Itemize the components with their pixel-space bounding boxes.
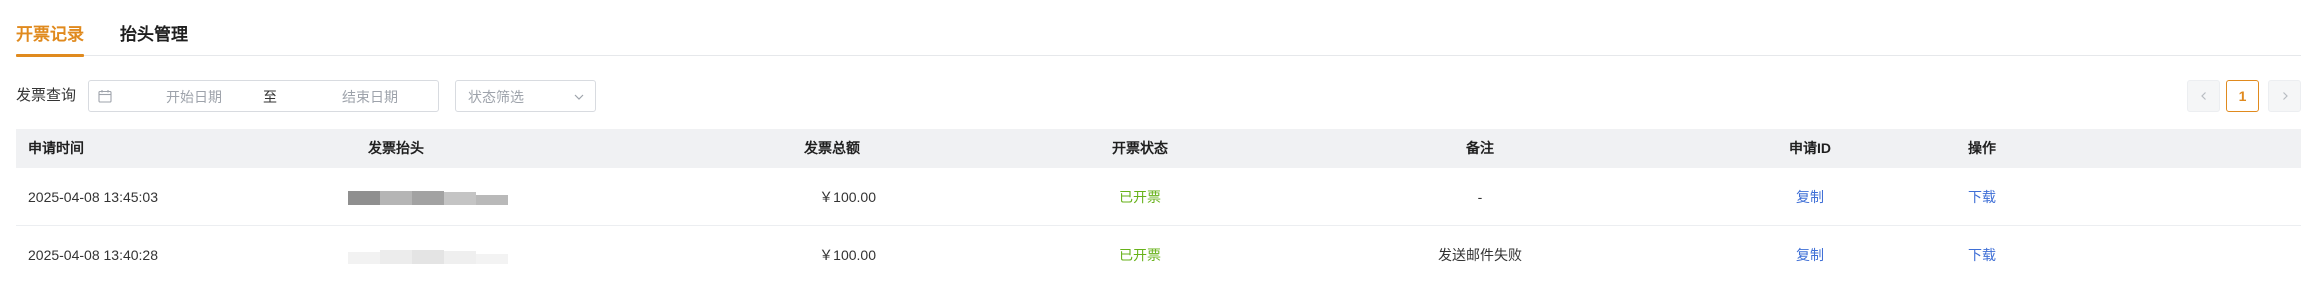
- status-filter-placeholder: 状态筛选: [468, 89, 524, 105]
- redacted-title: [348, 191, 508, 205]
- cell-status: 已开票: [1119, 247, 1161, 263]
- calendar-icon: [98, 90, 112, 103]
- date-range-picker[interactable]: 开始日期 至 结束日期: [88, 80, 439, 112]
- tab-title-management[interactable]: 抬头管理: [120, 24, 188, 56]
- chevron-right-icon: [2282, 92, 2288, 100]
- table-header: 申请时间 发票抬头 发票总额 开票状态 备注 申请ID 操作: [16, 129, 2301, 168]
- redacted-title: [348, 250, 508, 264]
- cell-amount: ￥100.00: [819, 247, 876, 263]
- next-page-button[interactable]: [2268, 80, 2301, 112]
- prev-page-button[interactable]: [2187, 80, 2220, 112]
- download-link[interactable]: 下载: [1952, 168, 2012, 226]
- table-row: 2025-04-08 13:40:28 ￥100.00 已开票 发送邮件失败 复…: [16, 226, 2301, 282]
- cell-time: 2025-04-08 13:40:28: [28, 247, 158, 263]
- header-amount: 发票总额: [804, 140, 860, 156]
- header-title: 发票抬头: [368, 140, 424, 156]
- download-link[interactable]: 下载: [1952, 226, 2012, 282]
- chevron-left-icon: [2200, 92, 2206, 100]
- start-date-input[interactable]: 开始日期: [149, 87, 239, 107]
- header-action: 操作: [1968, 140, 1996, 156]
- invoice-query-label: 发票查询: [16, 87, 77, 104]
- copy-id-link[interactable]: 复制: [1760, 226, 1860, 282]
- cell-amount: ￥100.00: [819, 189, 876, 205]
- header-status: 开票状态: [1112, 140, 1168, 156]
- range-separator: 至: [263, 89, 277, 105]
- header-request-id: 申请ID: [1789, 140, 1831, 156]
- chevron-down-icon: [574, 94, 584, 100]
- cell-note: -: [1477, 189, 1483, 205]
- invoice-table: 申请时间 发票抬头 发票总额 开票状态 备注 申请ID 操作 2025-04-0…: [16, 129, 2301, 282]
- table-row: 2025-04-08 13:45:03 ￥100.00 已开票 - 复制 下载: [16, 168, 2301, 226]
- cell-status: 已开票: [1119, 189, 1161, 205]
- cell-time: 2025-04-08 13:45:03: [28, 189, 158, 205]
- cell-note: 发送邮件失败: [1438, 247, 1522, 263]
- page-number-current[interactable]: 1: [2226, 80, 2259, 112]
- header-time: 申请时间: [28, 140, 84, 156]
- header-note: 备注: [1466, 140, 1494, 156]
- copy-id-link[interactable]: 复制: [1760, 168, 1860, 226]
- status-filter-select[interactable]: 状态筛选: [455, 80, 596, 112]
- tab-bar: 开票记录 抬头管理: [16, 0, 2301, 57]
- end-date-input[interactable]: 结束日期: [325, 87, 415, 107]
- tab-invoice-records[interactable]: 开票记录: [16, 24, 84, 57]
